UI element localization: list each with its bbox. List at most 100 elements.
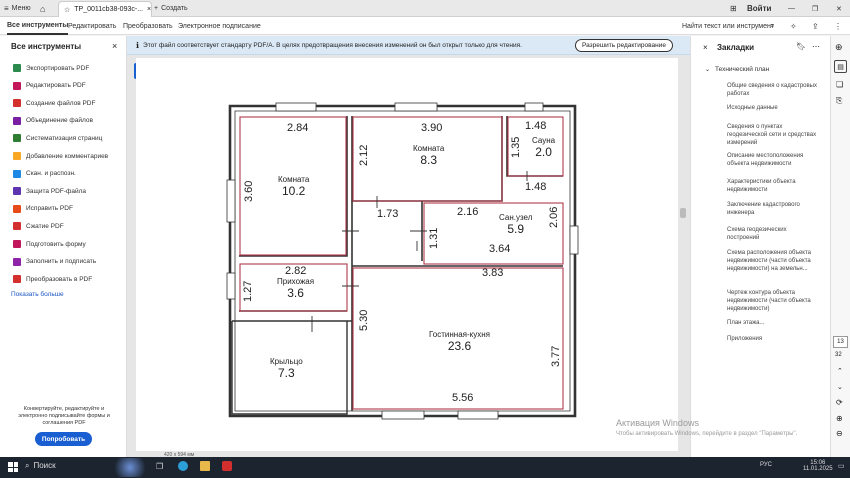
attachments-icon[interactable]: ⎘ (836, 96, 842, 106)
room-area: 8.3 (420, 153, 437, 167)
tools-panel: Все инструменты × Экспортировать PDF Реда… (0, 36, 127, 457)
bookmark-item[interactable]: Общие сведения о кадастровых работах (727, 82, 817, 98)
vertical-scrollbar[interactable] (680, 208, 686, 218)
home-icon[interactable]: ⌂ (40, 0, 45, 17)
room-area: 23.6 (447, 339, 472, 353)
room-area: 10.2 (281, 184, 306, 198)
bookmark-item[interactable]: Описание местоположения объекта недвижим… (727, 152, 817, 168)
tool-item[interactable]: Скан. и распозн. (13, 167, 76, 181)
new-tab-button[interactable]: + Создать (154, 0, 188, 17)
ai-assistant-icon[interactable]: ✧ (790, 17, 797, 35)
bookmark-item[interactable]: Приложения (727, 335, 817, 343)
file-explorer-icon[interactable] (200, 461, 210, 471)
chevron-down-icon[interactable]: ⌄ (705, 66, 710, 73)
menu-button[interactable]: ≡ Меню (4, 0, 31, 17)
close-bookmarks-icon[interactable]: × (703, 43, 708, 52)
dimension-label: 3.60 (243, 180, 255, 202)
room-label: Крыльцо 7.3 (270, 357, 303, 380)
comment-icon[interactable]: ⊕ (835, 42, 843, 53)
room-name: Комната (278, 175, 310, 184)
bookmark-item[interactable]: Сведения о пунктах геодезической сети и … (727, 123, 817, 147)
show-more-link[interactable]: Показать больше (11, 291, 64, 298)
tool-item[interactable]: Создание файлов PDF (13, 96, 95, 110)
tool-label: Исправить PDF (26, 205, 73, 213)
dimension-label: 2.82 (285, 265, 307, 277)
tool-label: Систематизация страниц (26, 134, 103, 142)
tool-item[interactable]: Преобразовать в PDF (13, 272, 92, 286)
clock[interactable]: 15:06 11.01.2025 (803, 460, 833, 472)
close-window-icon[interactable]: ✕ (836, 0, 842, 17)
more-icon[interactable]: ⋯ (812, 42, 820, 51)
tool-item[interactable]: Систематизация страниц (13, 131, 102, 145)
apps-grid-icon[interactable]: ⊞ (730, 0, 737, 17)
room-label: Сауна 2.0 (532, 136, 555, 159)
tool-item[interactable]: Добавление комментариев (13, 149, 108, 163)
tool-item[interactable]: Сжатие PDF (13, 219, 64, 233)
notifications-icon[interactable]: ▭ (838, 462, 845, 470)
zoom-out-icon[interactable]: ⊖ (836, 429, 843, 438)
dimension-label: 3.90 (421, 122, 443, 134)
tool-item[interactable]: Экспортировать PDF (13, 61, 89, 75)
page-number-field[interactable]: 13 (833, 336, 848, 348)
minimize-icon[interactable]: — (788, 0, 795, 17)
tool-item[interactable]: Исправить PDF (13, 202, 73, 216)
hamburger-icon: ≡ (4, 4, 9, 13)
tool-item[interactable]: Редактировать PDF (13, 79, 86, 93)
bookmark-add-icon[interactable]: 🔖︎ (796, 42, 806, 51)
bookmark-item[interactable]: Схема геодезических построений (727, 226, 817, 242)
dimension-label: 1.31 (428, 227, 440, 249)
zoom-in-icon[interactable]: ⊕ (836, 414, 843, 423)
title-bar: ≡ Меню ⌂ ☆ TP_0011cb38-093c-... × + Созд… (0, 0, 850, 17)
refresh-icon[interactable]: ⟳ (836, 398, 843, 407)
maximize-icon[interactable]: ❐ (812, 0, 818, 17)
dimension-label: 1.48 (525, 120, 547, 132)
room-name: Прихожая (277, 277, 315, 286)
bookmark-item[interactable]: Заключение кадастрового инженера (727, 201, 817, 217)
pages-icon[interactable]: ❏ (836, 80, 843, 89)
room-area: 5.9 (507, 222, 525, 236)
taskbar-search[interactable]: ⌕ Поиск (25, 461, 56, 471)
tool-icon (13, 240, 21, 248)
tool-item[interactable]: Объединение файлов (13, 114, 93, 128)
more-icon[interactable]: ⋮ (834, 17, 842, 35)
input-language[interactable]: РУС (760, 462, 772, 468)
signin-button[interactable]: Войти (747, 0, 771, 17)
windows-start-icon[interactable] (8, 462, 18, 472)
close-panel-icon[interactable]: × (112, 41, 117, 51)
menu-all-tools[interactable]: Все инструменты (7, 17, 69, 35)
room-label: Комната 8.3 (413, 144, 444, 167)
tool-item[interactable]: Защита PDF-файла (13, 184, 86, 198)
page-down-icon[interactable]: ⌄ (837, 383, 843, 391)
document-tab[interactable]: ☆ TP_0011cb38-093c-... × (58, 1, 152, 17)
tool-item[interactable]: Подготовить форму (13, 237, 86, 251)
menu-convert[interactable]: Преобразовать (123, 17, 173, 35)
task-view-icon[interactable]: ❐ (156, 462, 163, 471)
bookmark-panel-icon[interactable]: ▤ (834, 60, 847, 73)
dimension-label: 2.12 (358, 144, 370, 166)
room-name: Гостинная-кухня (429, 330, 490, 339)
right-rail: ⊕ ▤ ❏ ⎘ 13 32 ⌃ ⌄ ⟳ ⊕ ⊖ (830, 36, 850, 457)
search-icon[interactable]: ⌕ (770, 17, 774, 35)
bookmark-root[interactable]: Технический план (715, 66, 769, 73)
bookmark-item[interactable]: Характеристики объекта недвижимости (727, 178, 817, 194)
try-button[interactable]: Попробовать (35, 432, 92, 446)
acrobat-icon[interactable] (222, 461, 232, 471)
taskbar-widget[interactable] (110, 458, 150, 477)
bookmark-item[interactable]: План этажа... (727, 319, 817, 327)
tool-item[interactable]: Заполнить и подписать (13, 255, 96, 269)
edge-icon[interactable] (178, 461, 188, 471)
dimension-label: 2.84 (287, 122, 309, 134)
bookmark-item[interactable]: Исходные данные (727, 104, 817, 112)
close-tab-icon[interactable]: × (147, 6, 151, 13)
share-icon[interactable]: ⇪ (812, 17, 819, 35)
room-area: 7.3 (277, 366, 295, 380)
bookmark-item[interactable]: Схема расположения объекта недвижимости … (727, 249, 817, 273)
menu-edit[interactable]: Редактировать (68, 17, 116, 35)
tool-label: Создание файлов PDF (26, 99, 96, 107)
search-tools[interactable]: Найти текст или инструмент (682, 17, 774, 35)
page-up-icon[interactable]: ⌃ (837, 367, 843, 375)
tool-icon (13, 222, 21, 231)
bookmark-item[interactable]: Чертеж контура объекта недвижимости (час… (727, 289, 817, 313)
menu-esign[interactable]: Электронное подписание (178, 17, 261, 35)
tool-label: Добавление комментариев (26, 152, 109, 160)
